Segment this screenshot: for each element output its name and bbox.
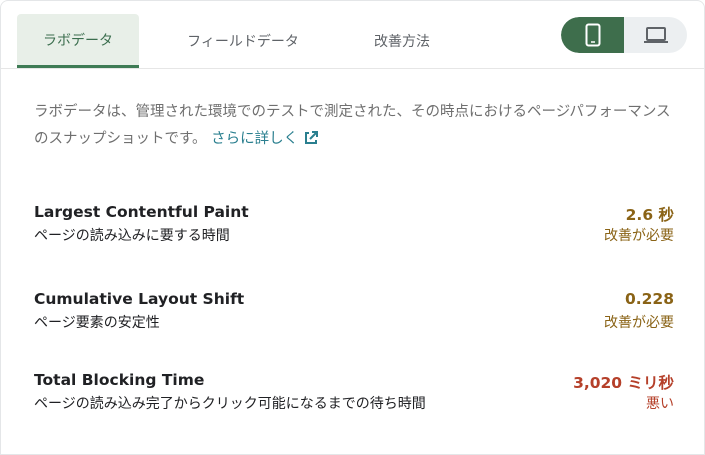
metric-status: 悪い [646,396,674,412]
tab-how-to-improve[interactable]: 改善方法 [346,14,458,68]
metric-value: 0.228 [624,290,674,308]
metric-row-cls: Cumulative Layout Shift ページ要素の安定性 0.228 … [34,290,674,334]
mobile-toggle-button[interactable] [561,17,624,53]
metric-row-tbt: Total Blocking Time ページの読み込み完了からクリック可能にな… [34,371,674,415]
tab-field-data[interactable]: フィールドデータ [171,14,315,68]
metric-row-lcp: Largest Contentful Paint ページの読み込みに要する時間 … [34,203,674,247]
metric-description: ページ要素の安定性 [34,315,160,331]
metric-value: 2.6 秒 [625,206,674,224]
device-toggle [561,17,687,53]
metric-status: 改善が必要 [604,315,674,331]
metric-name: Largest Contentful Paint [34,203,249,221]
description-text: ラボデータは、管理された環境でのテストで測定された、その時点におけるページパフォ… [34,104,671,147]
metric-name: Total Blocking Time [34,371,205,389]
metric-status: 改善が必要 [604,228,674,244]
smartphone-icon [585,23,600,47]
lab-data-description: ラボデータは、管理された環境でのテストで測定された、その時点におけるページパフォ… [34,99,679,153]
learn-more-link[interactable]: さらに詳しく [211,131,319,147]
laptop-icon [643,27,668,43]
desktop-toggle-button[interactable] [624,17,687,53]
metric-name: Cumulative Layout Shift [34,290,245,308]
lab-data-card: ラボデータ フィールドデータ 改善方法 ラボデータは、管理された環境でのテストで… [0,0,705,455]
tab-bar: ラボデータ フィールドデータ 改善方法 [1,1,704,69]
metric-description: ページの読み込みに要する時間 [34,228,230,244]
tab-lab-data[interactable]: ラボデータ [17,14,139,68]
metric-value: 3,020 ミリ秒 [573,374,674,392]
external-link-icon [305,131,319,144]
metric-description: ページの読み込み完了からクリック可能になるまでの待ち時間 [34,396,426,412]
